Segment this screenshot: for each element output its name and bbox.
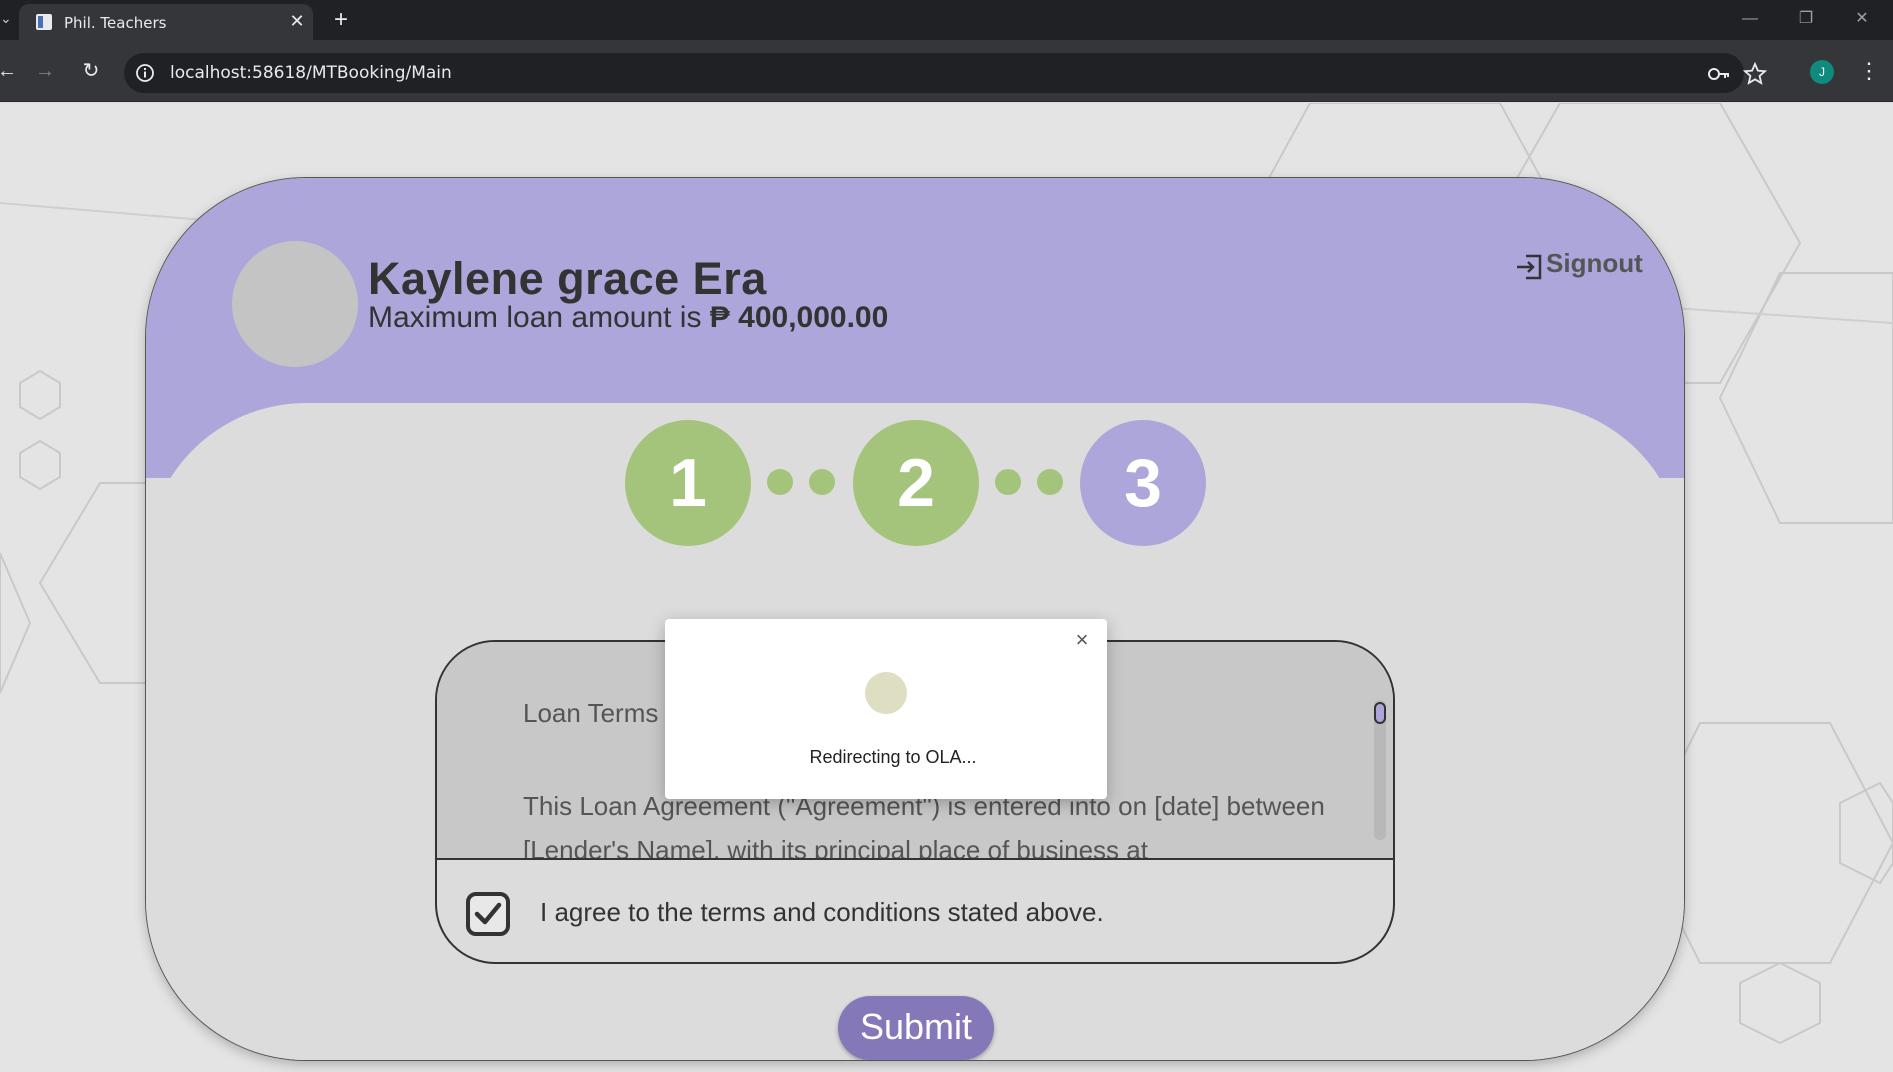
step-connector-dot (809, 469, 835, 495)
profile-avatar[interactable]: J (1810, 60, 1834, 84)
step-2-indicator: 2 (853, 420, 979, 546)
step-connector-dot (995, 469, 1021, 495)
step-connector-dot (767, 469, 793, 495)
max-loan-prefix: Maximum loan amount is (368, 301, 710, 334)
modal-message: Redirecting to OLA... (809, 747, 977, 767)
url-text: localhost:58618/MTBooking/Main (170, 63, 452, 83)
address-bar[interactable]: localhost:58618/MTBooking/Main (124, 53, 1768, 93)
max-loan-text: Maximum loan amount is ₱ 400,000.00 (368, 301, 888, 335)
reload-icon[interactable]: ↻ (76, 56, 106, 86)
window-close-icon[interactable]: ✕ (1842, 6, 1882, 32)
checkmark-icon (474, 902, 502, 925)
browser-tab[interactable]: Phil. Teachers ✕ (19, 4, 313, 40)
site-info-icon[interactable] (134, 62, 156, 84)
max-loan-amount: ₱ 400,000.00 (709, 301, 889, 334)
signout-icon (1517, 254, 1542, 280)
modal-close-icon[interactable]: × (1069, 627, 1095, 653)
new-tab-button[interactable]: + (326, 5, 356, 35)
minimize-icon[interactable]: — (1730, 6, 1770, 32)
forward-icon[interactable]: → (30, 56, 60, 86)
tab-close-icon[interactable]: ✕ (285, 9, 309, 33)
terms-scrollbar-thumb[interactable] (1374, 702, 1386, 724)
signout-label: Signout (1546, 248, 1643, 278)
page-viewport: Kaylene grace Era Maximum loan amount is… (0, 103, 1893, 1072)
agree-checkbox[interactable] (466, 892, 510, 936)
tab-search-icon[interactable]: ⌄ (0, 10, 14, 28)
browser-tab-bar: ⌄ Phil. Teachers ✕ + — ❐ ✕ (0, 0, 1893, 40)
password-key-icon[interactable] (1706, 61, 1732, 87)
browser-menu-icon[interactable]: ⋮ (1858, 56, 1880, 86)
page-favicon-icon (36, 14, 52, 30)
tab-title: Phil. Teachers (64, 14, 167, 32)
bookmark-star-icon[interactable] (1742, 61, 1768, 87)
submit-button[interactable]: Submit (838, 996, 994, 1060)
back-icon[interactable]: ← (0, 56, 22, 86)
step-3-indicator: 3 (1080, 420, 1206, 546)
user-name: Kaylene grace Era (368, 253, 767, 304)
browser-toolbar: ← → ↻ localhost:58618/MTBooking/Main J ⋮ (0, 40, 1893, 102)
redirect-modal: × Redirecting to OLA... (665, 619, 1107, 799)
loading-spinner-icon (865, 672, 907, 714)
step-connector-dot (1037, 469, 1063, 495)
user-avatar (232, 241, 358, 367)
agree-label: I agree to the terms and conditions stat… (540, 897, 1104, 927)
restore-icon[interactable]: ❐ (1786, 6, 1826, 32)
step-1-indicator: 1 (625, 420, 751, 546)
